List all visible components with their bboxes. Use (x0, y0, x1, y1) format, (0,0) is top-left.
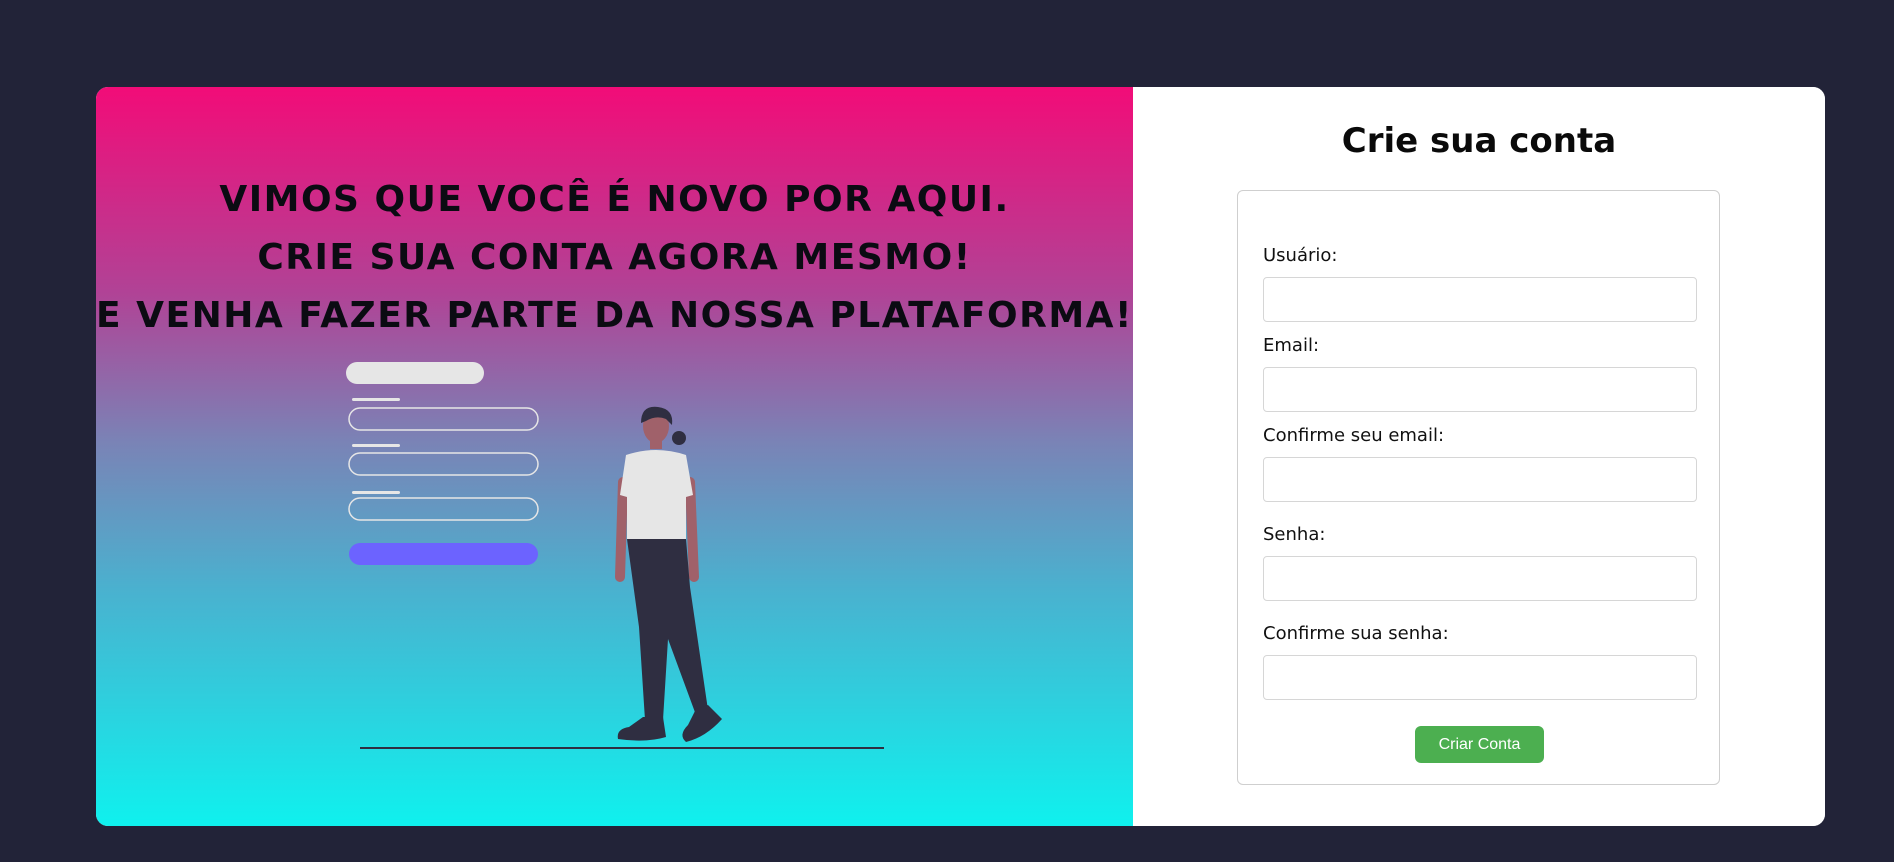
signup-panel: Crie sua conta Usuário: Email: Confirme … (1133, 87, 1825, 826)
username-input[interactable] (1263, 277, 1697, 322)
confirm-password-label: Confirme sua senha: (1263, 623, 1449, 644)
create-account-button[interactable]: Criar Conta (1415, 726, 1544, 763)
signup-illustration (346, 362, 884, 749)
hero-panel: Vimos que você é novo por aqui. Crie sua… (96, 87, 1133, 826)
signup-form: Usuário: Email: Confirme seu email: Senh… (1237, 190, 1720, 785)
confirm-email-label: Confirme seu email: (1263, 425, 1445, 446)
mock-form-graphic (346, 362, 539, 565)
form-title: Crie sua conta (1341, 121, 1617, 161)
email-label: Email: (1263, 335, 1320, 356)
username-label: Usuário: (1263, 245, 1338, 266)
confirm-email-input[interactable] (1263, 457, 1697, 502)
confirm-password-input[interactable] (1263, 655, 1697, 700)
person-figure (615, 406, 722, 742)
password-label: Senha: (1263, 524, 1326, 545)
email-input[interactable] (1263, 367, 1697, 412)
signup-card: Vimos que você é novo por aqui. Crie sua… (96, 87, 1825, 826)
password-input[interactable] (1263, 556, 1697, 601)
